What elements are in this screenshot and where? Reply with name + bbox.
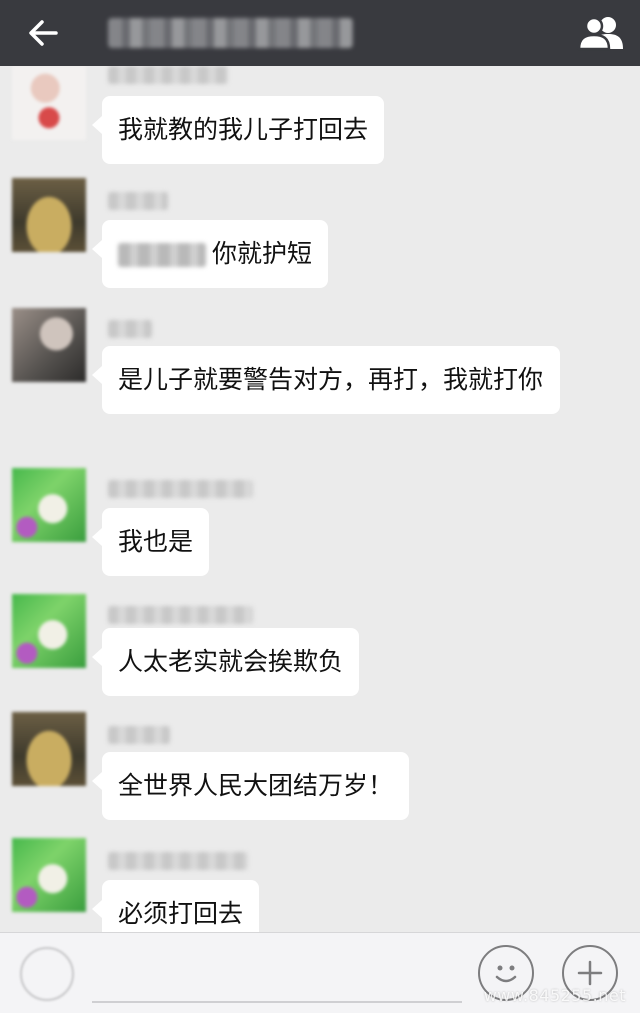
message-text: 我就教的我儿子打回去	[118, 115, 369, 144]
sender-name-obscured	[108, 606, 253, 624]
watermark: www.845255.net	[483, 986, 626, 1005]
sender-name-obscured	[108, 480, 253, 498]
mention-obscured	[118, 243, 206, 267]
arrow-left-icon	[29, 20, 58, 46]
title-bar	[0, 0, 640, 66]
chat-title-obscured	[108, 18, 353, 48]
message-text: 必须打回去	[118, 899, 244, 928]
back-button[interactable]	[20, 10, 66, 56]
plus-icon	[577, 960, 603, 986]
avatar[interactable]	[12, 838, 86, 912]
message-input[interactable]	[92, 1001, 462, 1003]
message-bubble[interactable]: 你就护短	[91, 220, 329, 288]
group-info-button[interactable]	[576, 10, 626, 56]
voice-icon[interactable]	[20, 947, 74, 1001]
sender-name-obscured	[108, 852, 248, 870]
sender-name-obscured	[108, 726, 170, 744]
avatar[interactable]	[12, 594, 86, 668]
sender-name-obscured	[108, 66, 228, 84]
message-bubble[interactable]: 人太老实就会挨欺负	[91, 628, 360, 696]
avatar[interactable]	[12, 308, 86, 382]
group-members-icon	[577, 16, 623, 51]
sender-name-obscured	[108, 320, 152, 338]
avatar[interactable]	[12, 178, 86, 252]
message-text: 全世界人民大团结万岁！	[118, 771, 394, 800]
message-list[interactable]: 我就教的我儿子打回去 你就护短 是儿子就要警告对方，再打，我就打你 我也是 人太…	[0, 66, 640, 932]
message-text: 我也是	[118, 527, 194, 556]
message-bubble[interactable]: 是儿子就要警告对方，再打，我就打你	[92, 346, 560, 414]
input-toolbar: www.845255.net	[0, 932, 640, 1013]
avatar[interactable]	[12, 66, 86, 140]
message-bubble[interactable]: 我就教的我儿子打回去	[91, 96, 385, 164]
message-bubble[interactable]: 我也是	[91, 508, 210, 576]
message-text: 你就护短	[212, 239, 313, 268]
message-bubble[interactable]: 必须打回去	[91, 880, 260, 932]
sender-name-obscured	[108, 192, 168, 210]
message-bubble[interactable]: 全世界人民大团结万岁！	[91, 752, 410, 820]
message-text: 人太老实就会挨欺负	[118, 647, 344, 676]
avatar[interactable]	[12, 712, 86, 786]
message-text: 是儿子就要警告对方，再打，我就打你	[118, 365, 544, 394]
avatar[interactable]	[12, 468, 86, 542]
